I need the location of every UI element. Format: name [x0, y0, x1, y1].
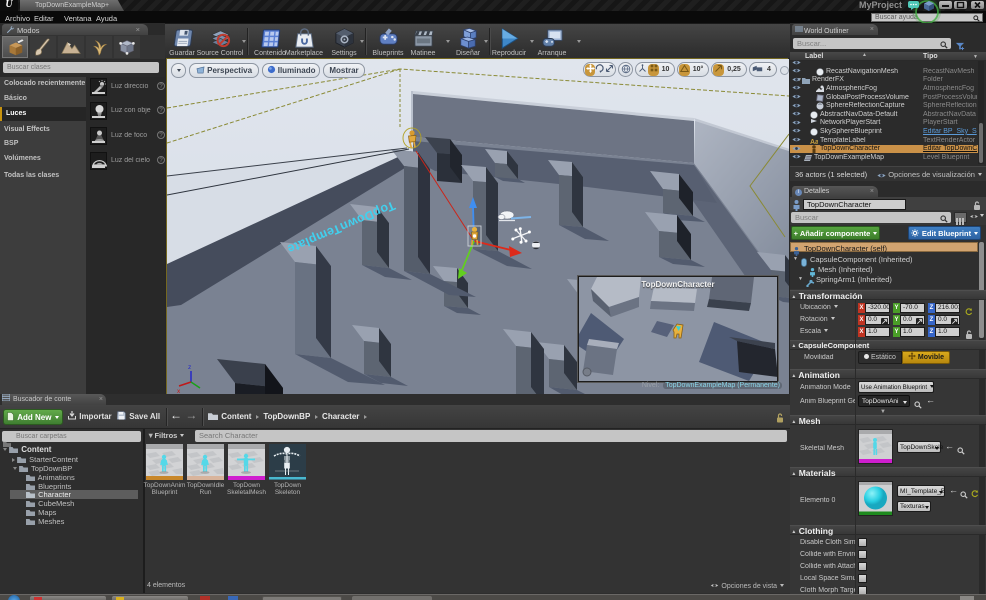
svg-text:z: z — [188, 364, 191, 371]
